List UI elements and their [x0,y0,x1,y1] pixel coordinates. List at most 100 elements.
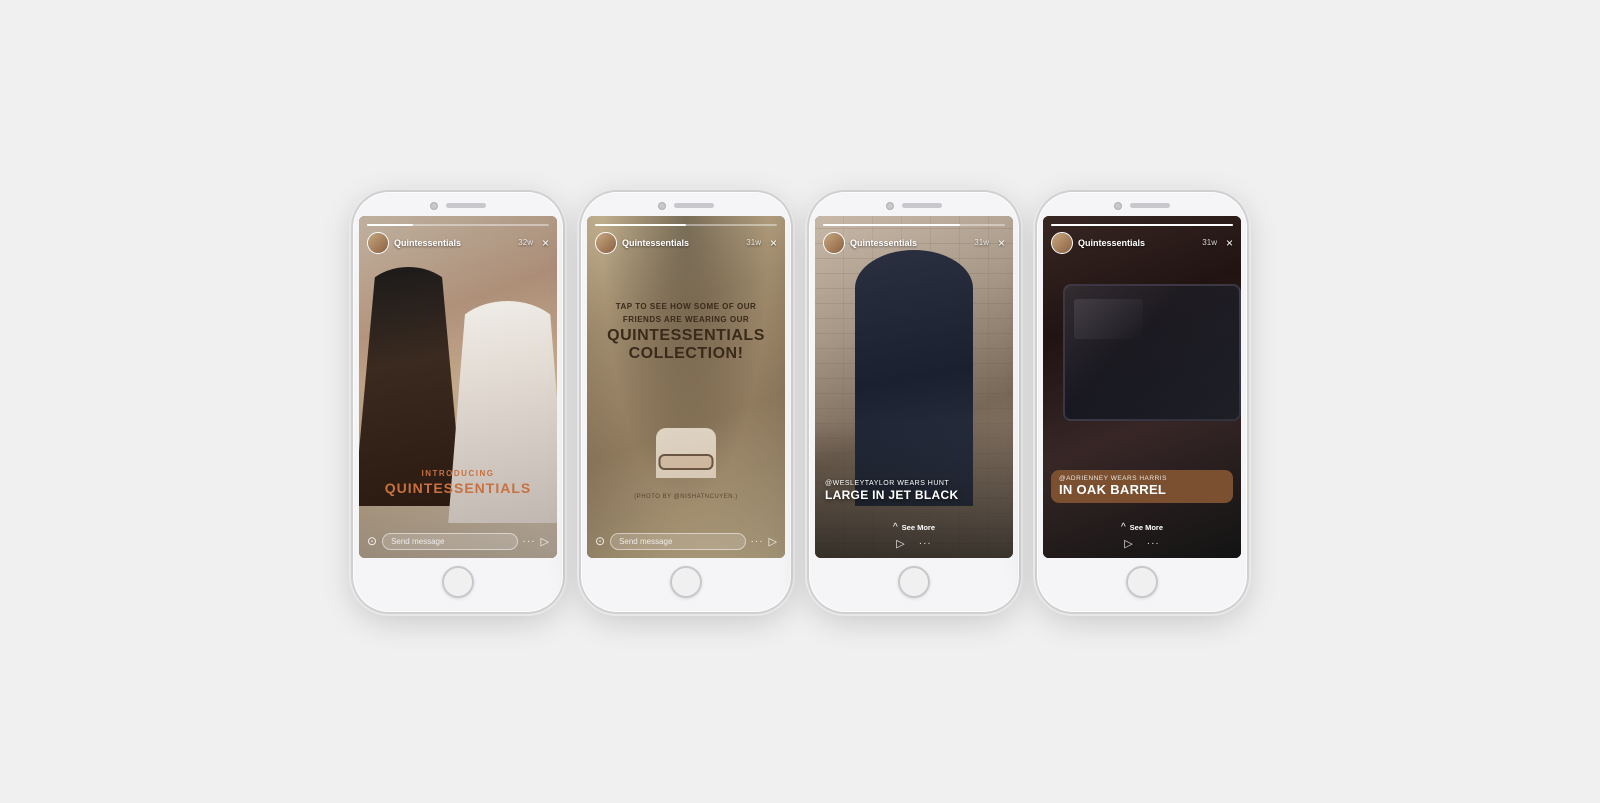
phone-4-username: Quintessentials [1078,238,1197,248]
phone-2-tap-line2: FRIENDS ARE WEARING OUR [599,314,773,325]
phone-4-bottom [1037,558,1247,612]
phone-1-avatar [367,232,389,254]
phone-3-see-more-label[interactable]: See More [902,523,935,532]
phone-2-close[interactable]: × [770,236,777,250]
phone-4-caption-bubble: @ADRIENNEY WEARS HARRIS IN OAK BARREL [1051,470,1233,502]
phone-1-bottom [353,558,563,612]
phone-4-avatar [1051,232,1073,254]
phone-4-top [1037,192,1247,216]
phone-2-home-btn[interactable] [670,566,702,598]
phone-3-home-btn[interactable] [898,566,930,598]
phone-2-tap-collection: COLLECTION! [599,345,773,363]
phone-4: Quintessentials 31w × @ADRIENNEY WEARS H… [1037,192,1247,612]
phone-1-time: 32w [518,238,533,247]
phone-3-progress-bar [823,224,1005,226]
phone-2-glasses [659,454,714,470]
phone-3-chevron-up: ^ [893,522,898,533]
phone-4-speaker [1130,203,1170,208]
phone-2-photo-credit: (PHOTO BY @NISHATNCUYEN.) [587,494,785,500]
phone-1-username: Quintessentials [394,238,513,248]
phone-3-send-icon[interactable]: ▷ [896,537,904,550]
phone-1-close[interactable]: × [542,236,549,250]
phone-1-home-btn[interactable] [442,566,474,598]
phone-3-caption-small: @WESLEYTAYLOR WEARS HUNT [825,480,1003,487]
phone-2-avatar [595,232,617,254]
phone-3-bottom [809,558,1019,612]
phone-2-overlay [587,216,785,558]
phone-4-time: 31w [1202,238,1217,247]
phone-4-progress-bar [1051,224,1233,226]
phone-1-screen: Quintessentials 32w × INTRODUCING QUINTE… [359,216,557,558]
phone-3-caption: @WESLEYTAYLOR WEARS HUNT LARGE IN JET BL… [815,480,1013,502]
phone-2-speaker [674,203,714,208]
phones-container: Quintessentials 32w × INTRODUCING QUINTE… [323,162,1277,642]
phone-3: Quintessentials 31w × @WESLEYTAYLOR WEAR… [809,192,1019,612]
phone-2-tap-text: TAP TO SEE HOW SOME OF OUR FRIENDS ARE W… [587,301,785,363]
phone-2-progress-bar [595,224,777,226]
phone-2-username: Quintessentials [622,238,741,248]
phone-3-speaker [902,203,942,208]
phone-2-send-icon[interactable]: ▷ [769,535,777,548]
phone-2-tap-brand: QUINTESSENTIALS [599,327,773,345]
phone-3-story-header: Quintessentials 31w × [815,216,1013,258]
phone-3-see-more-row: ^ See More [823,522,1005,533]
phone-1-footer: ⊙ Send message ··· ▷ [359,527,557,558]
phone-3-avatar [823,232,845,254]
phone-1-brand-text: INTRODUCING QUINTESSENTIALS [359,469,557,498]
phone-1-camera-icon[interactable]: ⊙ [367,534,377,548]
phone-4-camera [1114,202,1122,210]
phone-2-screen: Quintessentials 31w × TAP TO SEE HOW SOM… [587,216,785,558]
phone-1-brand-name: QUINTESSENTIALS [385,480,531,496]
phone-4-footer-icons: ▷ ··· [1051,537,1233,550]
phone-4-send-icon[interactable]: ▷ [1124,537,1132,550]
phone-2-bottom [581,558,791,612]
phone-4-footer: ^ See More ▷ ··· [1043,518,1241,558]
phone-1-story-meta: Quintessentials 32w × [367,232,549,254]
phone-4-see-more-label[interactable]: See More [1130,523,1163,532]
phone-3-camera [886,202,894,210]
phone-1-progress-fill [367,224,413,226]
phone-1: Quintessentials 32w × INTRODUCING QUINTE… [353,192,563,612]
phone-3-close[interactable]: × [998,236,1005,250]
phone-4-see-more-row: ^ See More [1051,522,1233,533]
phone-3-dots[interactable]: ··· [919,538,932,549]
phone-4-story-header: Quintessentials 31w × [1043,216,1241,258]
phone-1-speaker [446,203,486,208]
phone-3-screen: Quintessentials 31w × @WESLEYTAYLOR WEAR… [815,216,1013,558]
phone-2-camera-icon[interactable]: ⊙ [595,534,605,548]
phone-2-hand [656,428,716,478]
phone-2-camera [658,202,666,210]
phone-2-top [581,192,791,216]
phone-4-caption-large: IN OAK BARREL [1059,483,1225,497]
phone-1-dots[interactable]: ··· [523,536,536,547]
phone-1-top [353,192,563,216]
phone-4-progress-fill [1051,224,1233,226]
phone-2-story-meta: Quintessentials 31w × [595,232,777,254]
phone-1-progress-bar [367,224,549,226]
phone-4-overlay [1043,216,1241,558]
phone-3-username: Quintessentials [850,238,969,248]
phone-2-time: 31w [746,238,761,247]
phone-3-footer-icons: ▷ ··· [823,537,1005,550]
phone-4-home-btn[interactable] [1126,566,1158,598]
phone-1-intro-label: INTRODUCING [369,469,547,478]
phone-1-send-icon[interactable]: ▷ [541,535,549,548]
phone-2-story-header: Quintessentials 31w × [587,216,785,258]
phone-3-story-meta: Quintessentials 31w × [823,232,1005,254]
phone-4-chevron-up: ^ [1121,522,1126,533]
phone-4-dots[interactable]: ··· [1147,538,1160,549]
phone-2-footer: ⊙ Send message ··· ▷ [587,527,785,558]
phone-2-progress-fill [595,224,686,226]
phone-4-caption-small: @ADRIENNEY WEARS HARRIS [1059,475,1225,482]
phone-2-message-input[interactable]: Send message [610,533,745,550]
phone-3-time: 31w [974,238,989,247]
phone-4-screen: Quintessentials 31w × @ADRIENNEY WEARS H… [1043,216,1241,558]
phone-1-story-header: Quintessentials 32w × [359,216,557,258]
phone-1-message-input[interactable]: Send message [382,533,517,550]
phone-1-camera [430,202,438,210]
phone-2: Quintessentials 31w × TAP TO SEE HOW SOM… [581,192,791,612]
phone-2-dots[interactable]: ··· [751,536,764,547]
phone-3-caption-large: LARGE IN JET BLACK [825,488,1003,502]
phone-4-close[interactable]: × [1226,236,1233,250]
phone-2-tap-line1: TAP TO SEE HOW SOME OF OUR [599,301,773,312]
